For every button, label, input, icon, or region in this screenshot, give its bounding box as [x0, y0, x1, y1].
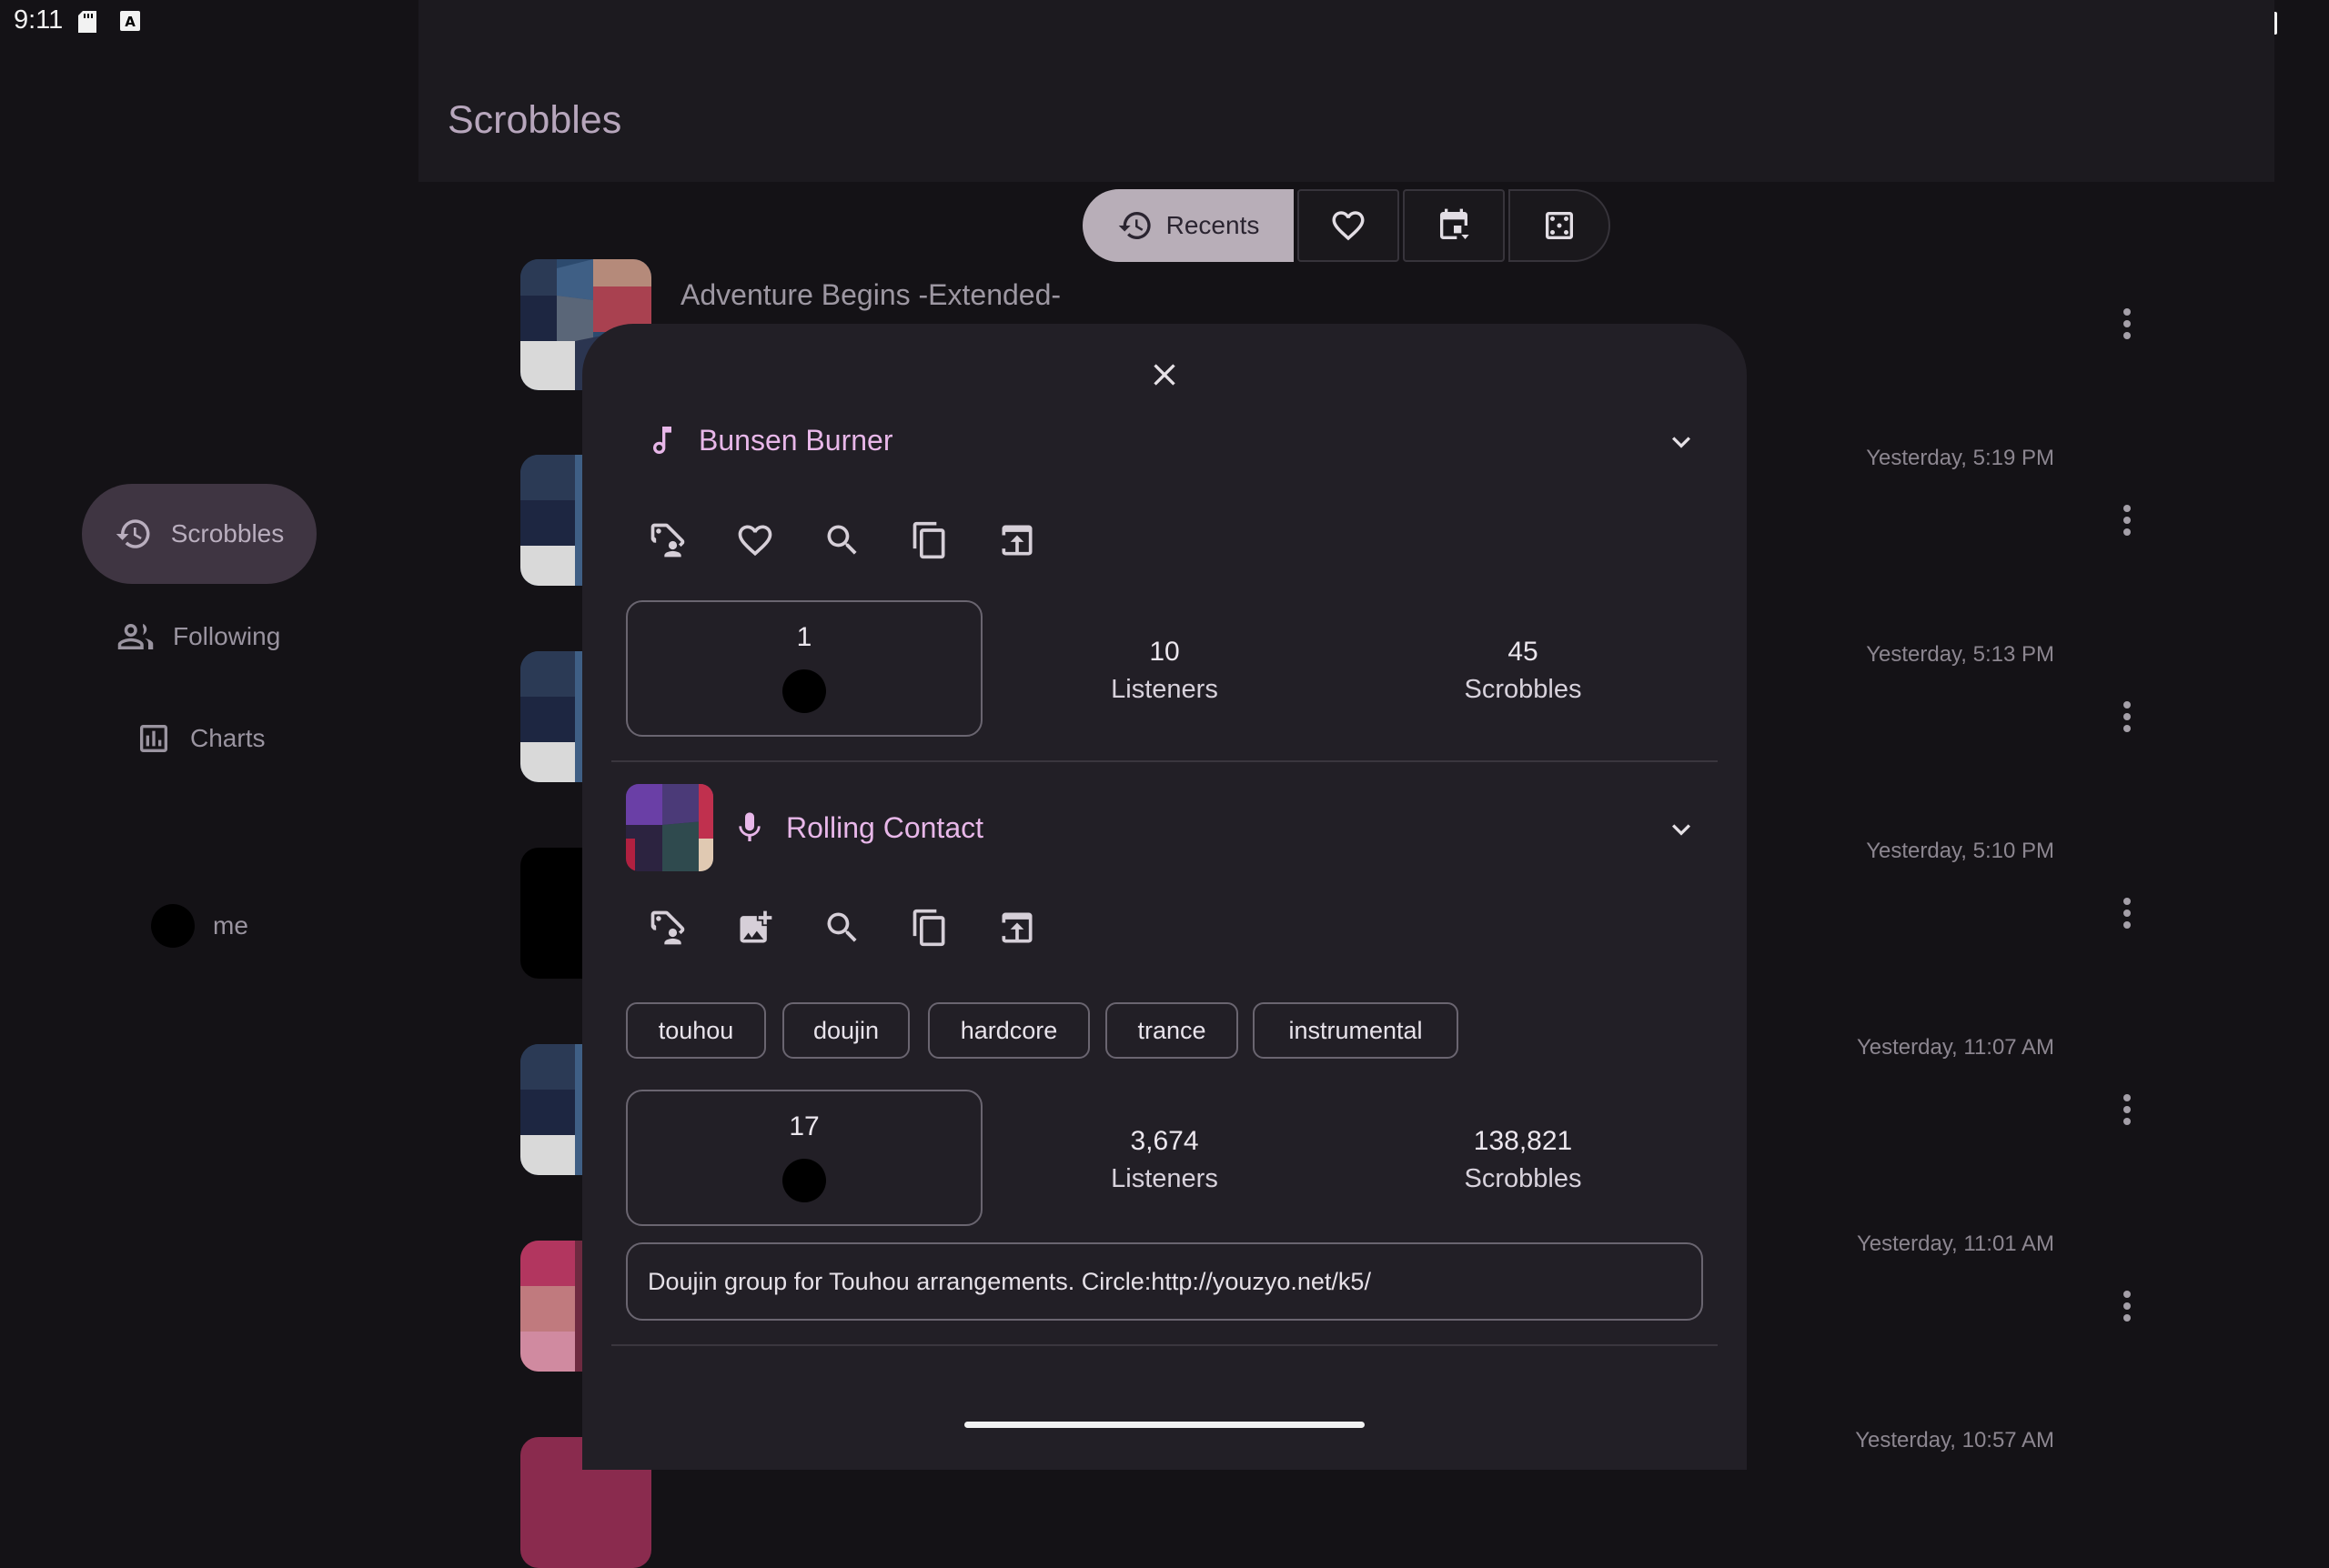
- nav-label-following: Following: [173, 622, 281, 650]
- tag-chip[interactable]: trance: [1105, 1002, 1238, 1059]
- bar-chart-icon: [136, 720, 172, 757]
- more-vert-icon[interactable]: [2116, 1288, 2138, 1324]
- segment-random[interactable]: [1508, 189, 1610, 262]
- avatar: [151, 904, 195, 948]
- user-plays-card[interactable]: [626, 600, 983, 737]
- tag-user-icon[interactable]: [648, 908, 688, 948]
- search-icon[interactable]: [822, 520, 862, 560]
- user-playcount: 17: [789, 1111, 820, 1141]
- chevron-down-icon[interactable]: [1663, 424, 1699, 460]
- segment-calendar[interactable]: [1403, 189, 1505, 262]
- heart-icon: [1329, 206, 1367, 245]
- scrobble-time: Yesterday, 11:01 AM: [1856, 1231, 2054, 1256]
- top-app-bar: [418, 0, 2274, 182]
- copy-icon[interactable]: [910, 908, 950, 948]
- add-image-icon[interactable]: [735, 908, 775, 948]
- scrobbles-count: 138,821: [1473, 1126, 1573, 1156]
- keyboard-a-icon: A: [120, 11, 140, 31]
- scrobbles-label: Scrobbles: [1464, 675, 1582, 704]
- listeners-label: Listeners: [1111, 675, 1218, 704]
- search-icon[interactable]: [822, 908, 862, 948]
- scrobble-time: Yesterday, 5:13 PM: [1866, 642, 2054, 667]
- nav-label-charts: Charts: [190, 724, 266, 752]
- copy-icon[interactable]: [910, 520, 950, 560]
- music-note-icon: [644, 420, 681, 460]
- scrobble-time: Yesterday, 11:07 AM: [1856, 1035, 2054, 1060]
- tag-chip[interactable]: instrumental: [1253, 1002, 1458, 1059]
- page-title: Scrobbles: [448, 98, 622, 142]
- artist-image[interactable]: [626, 784, 713, 871]
- mic-icon: [731, 808, 768, 848]
- profile-label: me: [213, 911, 248, 940]
- people-icon: [116, 618, 155, 656]
- gesture-nav-handle[interactable]: [964, 1422, 1365, 1428]
- more-vert-icon[interactable]: [2116, 502, 2138, 538]
- history-icon: [115, 515, 153, 553]
- scrobbles-count: 45: [1507, 637, 1538, 667]
- nav-label-scrobbles: Scrobbles: [170, 519, 285, 548]
- divider: [611, 760, 1718, 762]
- heart-icon[interactable]: [735, 520, 775, 560]
- more-vert-icon[interactable]: [2116, 1091, 2138, 1128]
- status-time: 9:11: [14, 5, 64, 35]
- listeners-label: Listeners: [1111, 1164, 1218, 1193]
- segment-loved[interactable]: [1297, 189, 1399, 262]
- dice-icon: [1541, 207, 1578, 244]
- listeners-count: 10: [1149, 637, 1180, 667]
- avatar: [782, 669, 826, 713]
- scrobble-time: Yesterday, 10:57 AM: [1855, 1428, 2054, 1452]
- nav-item-scrobbles[interactable]: Scrobbles: [82, 484, 317, 584]
- artist-bio[interactable]: Doujin group for Touhou arrangements. Ci…: [626, 1242, 1703, 1321]
- artist-bio-text: Doujin group for Touhou arrangements. Ci…: [648, 1267, 1371, 1295]
- nav-item-profile[interactable]: me: [151, 900, 248, 951]
- tag-chip[interactable]: touhou: [626, 1002, 766, 1059]
- avatar: [782, 1159, 826, 1202]
- tag-chip[interactable]: hardcore: [928, 1002, 1090, 1059]
- svg-text:A: A: [125, 14, 136, 30]
- listeners-count: 3,674: [1130, 1126, 1199, 1156]
- tag-chip[interactable]: doujin: [782, 1002, 910, 1059]
- user-playcount: 1: [796, 622, 812, 652]
- chevron-down-icon[interactable]: [1663, 811, 1699, 848]
- segment-recents[interactable]: Recents: [1083, 189, 1294, 262]
- more-vert-icon[interactable]: [2116, 306, 2138, 342]
- calendar-icon: [1436, 207, 1472, 244]
- nav-item-charts[interactable]: Charts: [136, 711, 265, 766]
- history-icon: [1117, 207, 1154, 244]
- more-vert-icon[interactable]: [2116, 895, 2138, 931]
- track-title: Adventure Begins -Extended-: [681, 278, 1062, 311]
- segment-recents-label: Recents: [1165, 211, 1260, 239]
- scrobbles-label: Scrobbles: [1464, 1164, 1582, 1193]
- scrobble-time: Yesterday, 5:10 PM: [1866, 839, 2054, 863]
- artist-name[interactable]: Rolling Contact: [786, 811, 983, 845]
- nav-item-following[interactable]: Following: [116, 609, 280, 664]
- share-icon[interactable]: [997, 908, 1037, 948]
- share-icon[interactable]: [997, 520, 1037, 560]
- scrobble-time: Yesterday, 5:19 PM: [1866, 446, 2054, 470]
- sd-card-icon: [78, 11, 96, 33]
- divider: [611, 1344, 1718, 1346]
- user-plays-card[interactable]: [626, 1090, 983, 1226]
- more-vert-icon[interactable]: [2116, 699, 2138, 735]
- close-icon[interactable]: [1146, 357, 1183, 393]
- track-name[interactable]: Bunsen Burner: [699, 424, 892, 457]
- tag-user-icon[interactable]: [648, 520, 688, 560]
